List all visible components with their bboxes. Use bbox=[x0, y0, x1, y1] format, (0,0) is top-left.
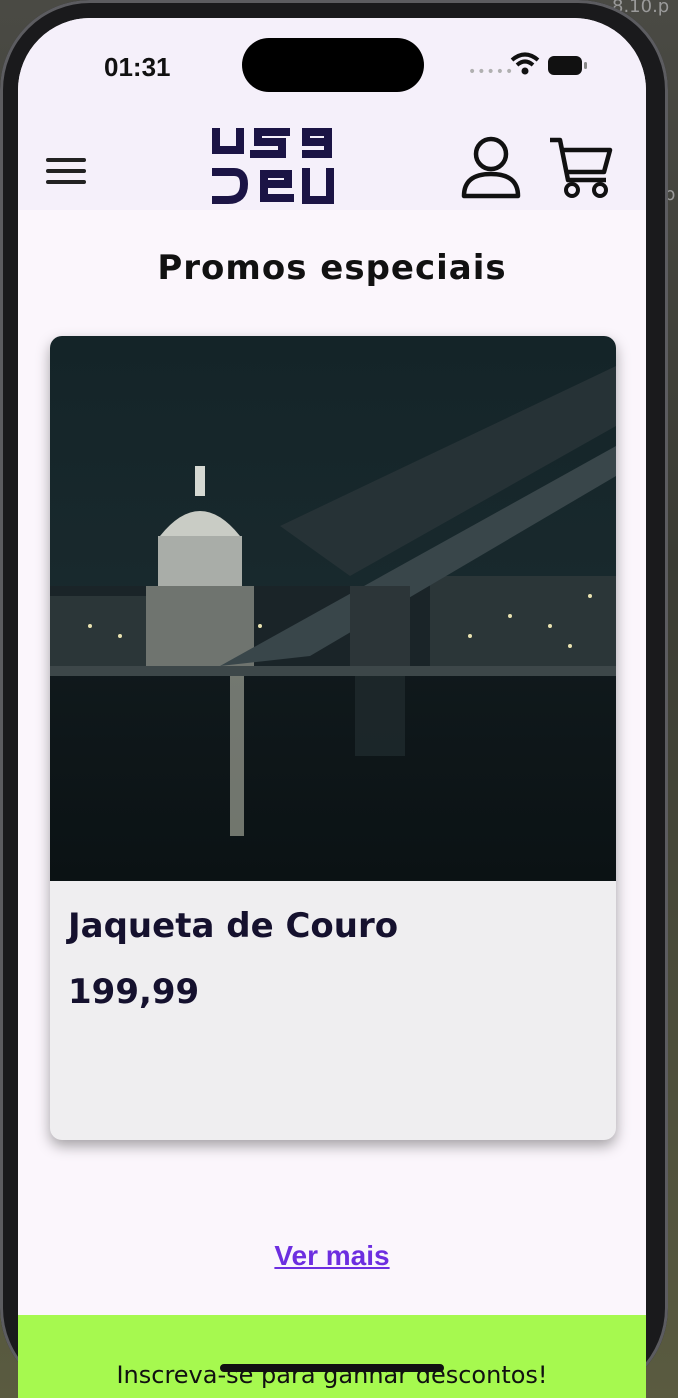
wifi-icon bbox=[510, 52, 540, 75]
home-indicator[interactable] bbox=[220, 1364, 444, 1372]
status-time: 01:31 bbox=[104, 52, 171, 82]
dynamic-island bbox=[242, 38, 424, 92]
cart-icon[interactable] bbox=[548, 136, 614, 200]
signal-dots-icon: ••••• bbox=[468, 64, 515, 80]
product-image[interactable] bbox=[50, 336, 616, 881]
user-icon[interactable] bbox=[460, 136, 522, 200]
app-screen: 01:31 ••••• Promos especiais Jaqueta de … bbox=[18, 18, 646, 1398]
brand-logo[interactable] bbox=[210, 128, 336, 206]
section-title: Promos especiais bbox=[157, 248, 507, 288]
see-more-link[interactable]: Ver mais bbox=[18, 1240, 646, 1272]
app-header bbox=[18, 106, 646, 210]
battery-icon bbox=[548, 56, 587, 75]
phone-frame: 01:31 ••••• Promos especiais Jaqueta de … bbox=[0, 0, 668, 1398]
product-price: 199,99 bbox=[68, 972, 200, 1012]
product-card[interactable]: Jaqueta de Couro 199,99 bbox=[50, 336, 616, 1140]
product-name[interactable]: Jaqueta de Couro bbox=[68, 906, 398, 946]
newsletter-banner: Inscreva-se para ganhar descontos! bbox=[18, 1315, 646, 1398]
hamburger-menu-icon[interactable] bbox=[46, 158, 86, 188]
